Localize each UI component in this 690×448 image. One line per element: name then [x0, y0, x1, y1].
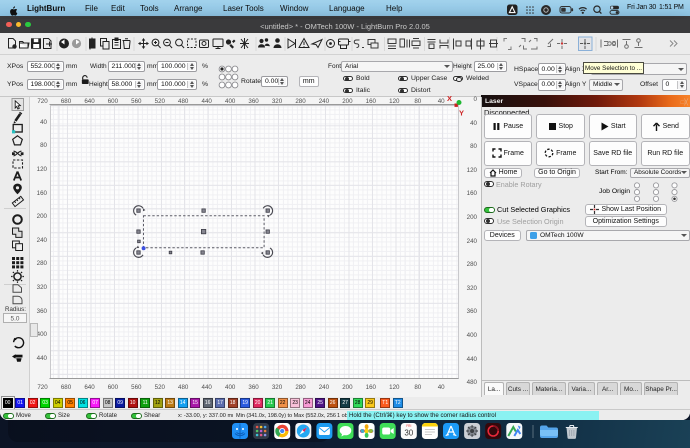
svg-text:FRI: FRI	[406, 424, 411, 428]
svg-text:X: X	[447, 95, 452, 103]
svg-text:5.0: 5.0	[11, 316, 20, 323]
svg-text:30: 30	[404, 429, 413, 438]
svg-text:Radius:: Radius:	[5, 306, 26, 313]
svg-text:Y: Y	[459, 109, 464, 118]
